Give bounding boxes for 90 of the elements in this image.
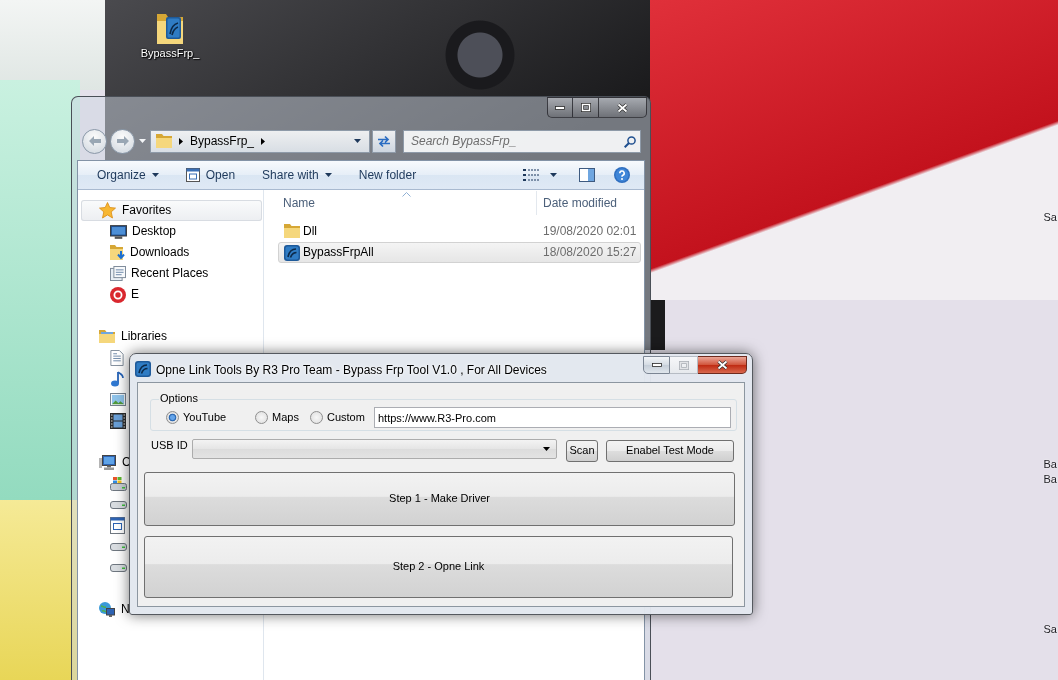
desktop-icon-label[interactable]: Sa [1043, 211, 1057, 224]
picture-icon[interactable] [110, 393, 126, 406]
group-label: Options [159, 392, 199, 405]
maximize-icon [678, 360, 689, 370]
minimize-icon [651, 363, 662, 367]
refresh-icon [377, 134, 391, 148]
maximize-button[interactable] [573, 97, 599, 118]
folder-icon [284, 224, 300, 239]
maximize-icon [580, 103, 591, 112]
column-header[interactable]: Date modified [536, 191, 641, 215]
step-button[interactable]: Step 2 - Opne Link [144, 536, 733, 598]
radio-button[interactable] [166, 411, 179, 424]
library-folder-icon [99, 330, 115, 343]
toolbar-button[interactable]: Share with [257, 164, 337, 186]
system-drive-icon[interactable] [110, 476, 127, 491]
url-field[interactable]: https://www.R3-Pro.com [374, 407, 731, 428]
toolbar-button[interactable]: New folder [353, 164, 422, 186]
window-list-icon [110, 266, 126, 281]
document-icon[interactable] [110, 349, 124, 366]
network-icon [99, 602, 115, 617]
file-row[interactable]: BypassFrpAll 18/08/2020 15:27 [278, 242, 641, 263]
caret-icon[interactable] [543, 447, 550, 451]
nav-item[interactable]: Downloads [110, 242, 190, 263]
close-button[interactable] [599, 97, 647, 118]
nav-item[interactable]: E [110, 284, 139, 305]
close-icon [617, 102, 628, 113]
address-bar[interactable]: BypassFrp_ [150, 129, 370, 153]
caret-icon[interactable] [354, 139, 361, 143]
radio-button[interactable] [255, 411, 268, 424]
app-window-icon[interactable] [110, 517, 125, 534]
close-icon [716, 360, 728, 370]
desktop-icon-label[interactable]: BypassFrp_ [140, 47, 200, 60]
monitor-icon [110, 224, 127, 239]
radio-label[interactable]: Custom [327, 410, 365, 425]
nav-item[interactable]: Desktop [110, 221, 177, 242]
minimize-button[interactable] [547, 97, 573, 118]
minimize-icon [555, 105, 565, 110]
desktop-icon-label[interactable]: Sa [1043, 623, 1057, 636]
caret-icon[interactable] [151, 173, 159, 177]
caret-icon[interactable] [324, 173, 332, 177]
download-folder-icon [110, 244, 125, 261]
test-mode-button[interactable]: Enabel Test Mode [606, 440, 734, 462]
chevron-icon[interactable] [179, 137, 183, 145]
left-arrow-icon [88, 136, 101, 146]
right-arrow-icon [116, 136, 129, 146]
chevron-icon[interactable] [261, 137, 266, 145]
file-name: BypassFrpAll [303, 245, 374, 260]
scan-button[interactable]: Scan [566, 440, 598, 462]
window-title: Opne Link Tools By R3 Pro Team - Bypass Frp Tool V1.0 , For All Devices [156, 363, 547, 377]
folder-icon [156, 134, 172, 148]
star-icon [99, 202, 116, 219]
toolbar-button[interactable]: Open [180, 164, 241, 186]
window-icon [185, 168, 200, 182]
nav-item[interactable]: Recent Places [110, 263, 209, 284]
nav-item[interactable]: N [99, 599, 130, 620]
minimize-button[interactable] [643, 356, 670, 374]
nav-item[interactable]: Libraries [99, 326, 168, 347]
drive-icon[interactable] [110, 563, 127, 572]
folder-icon[interactable] [157, 12, 183, 44]
refresh-button[interactable] [372, 129, 396, 153]
computer-icon [99, 455, 116, 470]
view-list-icon[interactable] [523, 169, 539, 181]
toolbar-button[interactable]: Organize [92, 164, 164, 186]
help-icon[interactable] [614, 167, 630, 183]
search-icon[interactable] [624, 135, 636, 148]
preview-pane-icon[interactable] [579, 168, 595, 182]
close-button[interactable] [698, 356, 747, 374]
music-note-icon[interactable] [110, 370, 124, 387]
breadcrumb-item[interactable]: BypassFrp_ [190, 133, 255, 149]
drive-icon[interactable] [110, 500, 127, 509]
caret-icon[interactable] [550, 173, 557, 177]
step-button[interactable]: Step 1 - Make Driver [144, 472, 735, 526]
desktop-icon-label[interactable]: Ba [1043, 473, 1057, 486]
field-label: USB ID [151, 439, 189, 452]
search-field[interactable]: Search BypassFrp_ [403, 129, 641, 153]
file-date: 18/08/2020 15:27 [542, 245, 637, 260]
column-header[interactable]: Name [278, 191, 536, 215]
nav-item[interactable]: Favorites [81, 200, 262, 221]
radio-label[interactable]: Maps [272, 410, 299, 425]
drive-icon[interactable] [110, 542, 127, 551]
desktop-icon-label[interactable]: Ba [1043, 458, 1057, 471]
file-date: 19/08/2020 02:01 [542, 224, 637, 239]
file-name: Dll [303, 224, 317, 239]
app-logo-icon [284, 244, 300, 261]
app-logo-icon[interactable] [135, 361, 151, 377]
radio-button[interactable] [310, 411, 323, 424]
disc-logo-icon [110, 286, 126, 303]
file-row[interactable]: Dll 19/08/2020 02:01 [278, 221, 641, 242]
film-strip-icon[interactable] [110, 412, 126, 429]
radio-label[interactable]: YouTube [183, 410, 227, 425]
